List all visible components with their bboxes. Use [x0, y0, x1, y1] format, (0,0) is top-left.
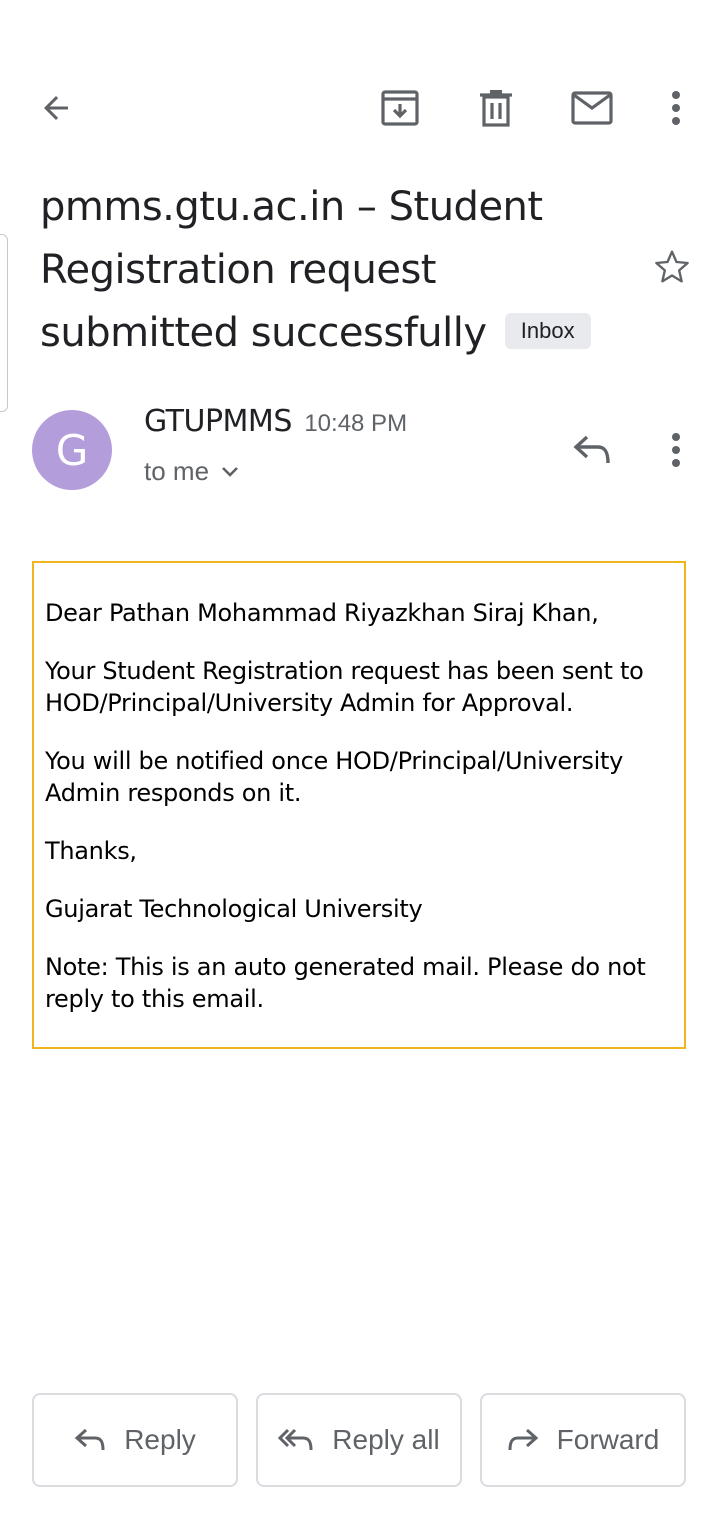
more-vert-icon [671, 433, 681, 467]
email-subject: pmms.gtu.ac.in – Student Registration re… [40, 176, 630, 365]
more-vert-icon [671, 91, 681, 125]
mark-unread-button[interactable] [560, 74, 624, 142]
body-greeting: Dear Pathan Mohammad Riyazkhan Siraj Kha… [45, 599, 599, 627]
top-app-bar [0, 74, 720, 144]
reply-button[interactable]: Reply [32, 1393, 238, 1487]
delete-button[interactable] [464, 74, 528, 142]
back-button[interactable] [24, 74, 88, 142]
email-view: pmms.gtu.ac.in – Student Registration re… [0, 0, 720, 1520]
sender-name: GTUPMMS [144, 404, 292, 439]
inbox-label-chip[interactable]: Inbox [504, 313, 591, 349]
body-signoff: Thanks, [45, 837, 137, 865]
forward-icon [507, 1427, 539, 1453]
sender-avatar[interactable]: G [32, 410, 112, 490]
body-paragraph: Your Student Registration request has be… [45, 657, 644, 717]
chevron-down-icon [221, 466, 239, 478]
body-paragraph: You will be notified once HOD/Principal/… [45, 747, 624, 807]
recipient-details-toggle[interactable]: to me [144, 456, 239, 487]
sent-time: 10:48 PM [304, 410, 408, 437]
arrow-back-icon [38, 90, 74, 126]
recipient-text: to me [144, 456, 210, 486]
archive-button[interactable] [368, 74, 432, 142]
message-more-button[interactable] [652, 418, 700, 482]
subject-text: pmms.gtu.ac.in – Student Registration re… [40, 184, 543, 356]
trash-icon [478, 88, 514, 128]
reply-all-button[interactable]: Reply all [256, 1393, 462, 1487]
sender-line: GTUPMMS 10:48 PM [144, 404, 407, 439]
reply-icon [74, 1427, 106, 1453]
reply-quick-button[interactable] [560, 418, 624, 482]
more-options-button[interactable] [652, 74, 700, 142]
forward-button[interactable]: Forward [480, 1393, 686, 1487]
body-note: Note: This is an auto generated mail. Pl… [45, 953, 646, 1013]
mail-icon [571, 91, 613, 125]
reply-all-label: Reply all [332, 1424, 440, 1455]
star-outline-icon [652, 247, 692, 287]
archive-icon [380, 88, 420, 128]
edge-handle[interactable] [0, 234, 8, 412]
reply-label: Reply [124, 1424, 196, 1455]
body-signature: Gujarat Technological University [45, 895, 423, 923]
star-button[interactable] [642, 232, 702, 302]
forward-label: Forward [556, 1424, 660, 1455]
message-body: Dear Pathan Mohammad Riyazkhan Siraj Kha… [32, 561, 686, 1049]
reply-icon [572, 433, 612, 467]
reply-all-icon [278, 1427, 314, 1453]
